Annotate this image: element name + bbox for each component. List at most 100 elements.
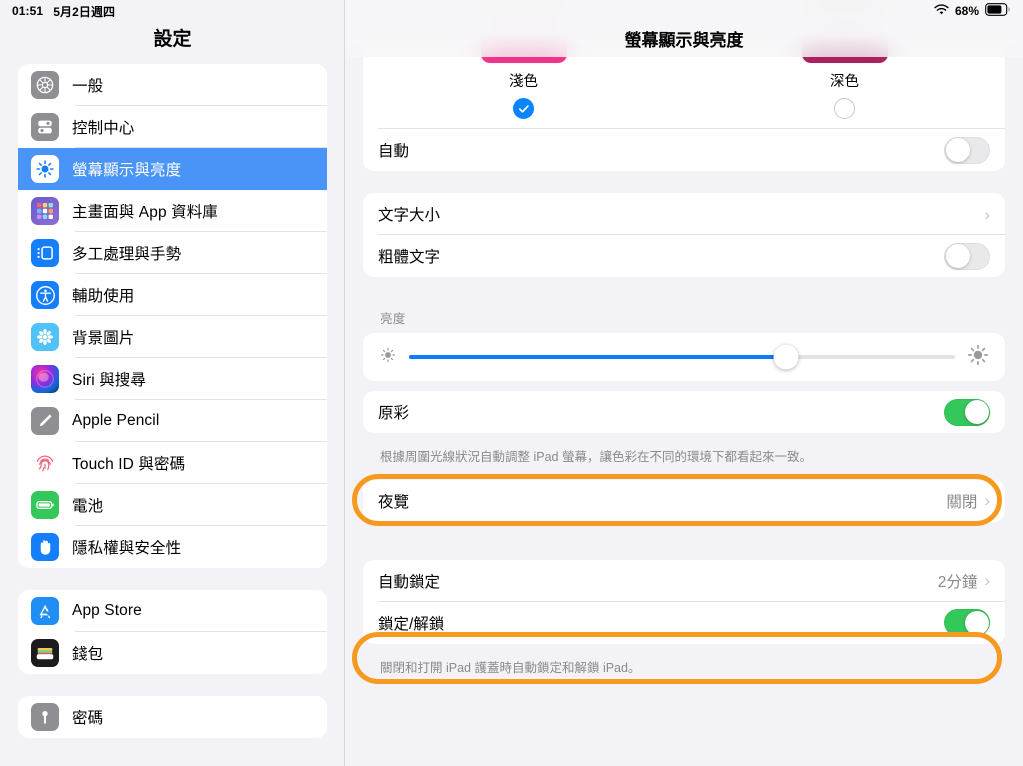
chevron-right-icon: ›: [984, 571, 990, 591]
sidebar-item-touch-id-passcode[interactable]: Touch ID 與密碼: [18, 442, 327, 484]
pencil-icon: [31, 407, 59, 435]
row-label: 夜覽: [378, 493, 410, 511]
sidebar-item-wallet[interactable]: 錢包: [18, 632, 327, 674]
status-bar-right: 68%: [934, 0, 1011, 22]
appearance-option-label: 淺色: [509, 74, 538, 90]
sidebar-item-control-center[interactable]: 控制中心: [18, 106, 327, 148]
bold-text-row[interactable]: 粗體文字: [363, 235, 1005, 277]
siri-icon: [31, 365, 59, 393]
sidebar-item-label: 電池: [72, 498, 104, 515]
pane-scroll-area[interactable]: 淺色 深色 自動 文字大小 › 粗體文字 亮度 原彩 根據周圍光線狀況自動調整 …: [345, 0, 1023, 766]
true-tone-row[interactable]: 原彩: [363, 391, 1005, 433]
appearance-auto-row[interactable]: 自動: [363, 129, 1005, 171]
chevron-right-icon: ›: [984, 204, 990, 224]
accessibility-icon: [31, 281, 59, 309]
wifi-icon: [934, 3, 949, 19]
sidebar-group-passwords: 密碼: [18, 696, 327, 738]
lock-footnote: 關閉和打開 iPad 護蓋時自動鎖定和解鎖 iPad。: [380, 660, 641, 675]
wallet-icon: [31, 639, 59, 667]
sidebar-item-label: Siri 與搜尋: [72, 372, 146, 389]
row-label: 文字大小: [378, 207, 441, 224]
row-label: 自動: [378, 143, 410, 160]
light-selected-check-icon[interactable]: [513, 98, 534, 119]
sidebar-item-label: 輔助使用: [72, 288, 135, 305]
sidebar-scroll-area[interactable]: 一般 控制中心 螢幕顯示與亮度 主畫面與 App 資料庫 多工處理與手勢 輔助使…: [0, 64, 344, 766]
sidebar-item-label: 密碼: [72, 710, 104, 727]
night-shift-card: 夜覽 關閉 ›: [363, 479, 1005, 522]
sidebar-item-label: Touch ID 與密碼: [72, 456, 186, 473]
sidebar-item-label: App Store: [72, 602, 142, 619]
sun-small-icon: [379, 346, 397, 369]
page-title: 螢幕顯示與亮度: [624, 31, 744, 50]
privacy-hand-icon: [31, 533, 59, 561]
auto-lock-row[interactable]: 自動鎖定 2分鐘 ›: [363, 560, 1005, 602]
lock-card: 自動鎖定 2分鐘 › 鎖定/解鎖: [363, 559, 1005, 644]
text-settings-card: 文字大小 › 粗體文字: [363, 193, 1005, 277]
sidebar-item-accessibility[interactable]: 輔助使用: [18, 274, 327, 316]
app-store-icon: [31, 597, 59, 625]
row-label: 鎖定/解鎖: [378, 615, 445, 633]
sidebar-item-label: Apple Pencil: [72, 412, 160, 429]
row-label: 粗體文字: [378, 249, 441, 266]
status-bar-time: 01:51: [12, 4, 44, 18]
settings-sidebar: 01:51 5月2日週四 設定 一般 控制中心 螢幕顯示與亮度 主畫面與 App…: [0, 0, 345, 766]
row-label: 自動鎖定: [378, 573, 441, 591]
brightness-sun-icon: [31, 155, 59, 183]
wallpaper-icon: [31, 323, 59, 351]
multitasking-icon: [31, 239, 59, 267]
display-brightness-pane: 68% 螢幕顯示與亮度 淺色 深色 自動 文字大小 › 粗體文字 亮度 原彩 根…: [345, 0, 1023, 766]
sidebar-item-label: 控制中心: [72, 120, 135, 137]
auto-appearance-toggle[interactable]: [944, 136, 990, 164]
brightness-slider-thumb[interactable]: [773, 344, 799, 370]
true-tone-footnote: 根據周圍光線狀況自動調整 iPad 螢幕，讓色彩在不同的環境下都看起來一致。: [380, 450, 812, 464]
passwords-key-icon: [31, 703, 59, 731]
bold-text-toggle[interactable]: [944, 242, 990, 270]
sidebar-title: 設定: [153, 29, 192, 50]
lock-unlock-row[interactable]: 鎖定/解鎖: [363, 602, 1005, 644]
sidebar-item-apple-pencil[interactable]: Apple Pencil: [18, 400, 327, 442]
sidebar-item-app-store[interactable]: App Store: [18, 590, 327, 632]
sidebar-item-label: 螢幕顯示與亮度: [72, 162, 182, 179]
sidebar-group-system: 一般 控制中心 螢幕顯示與亮度 主畫面與 App 資料庫 多工處理與手勢 輔助使…: [18, 64, 327, 568]
night-shift-row[interactable]: 夜覽 關閉 ›: [363, 480, 1005, 522]
sidebar-item-display-brightness[interactable]: 螢幕顯示與亮度: [18, 148, 327, 190]
sidebar-item-passwords[interactable]: 密碼: [18, 696, 327, 738]
brightness-section-label: 亮度: [380, 312, 406, 326]
status-bar-date: 5月2日週四: [53, 4, 116, 19]
status-bar-left: 01:51 5月2日週四: [0, 0, 344, 22]
true-tone-card: 原彩: [363, 391, 1005, 433]
sidebar-item-wallpaper[interactable]: 背景圖片: [18, 316, 327, 358]
sidebar-item-general[interactable]: 一般: [18, 64, 327, 106]
true-tone-toggle[interactable]: [944, 398, 990, 426]
sidebar-item-label: 錢包: [72, 646, 104, 663]
fingerprint-icon: [31, 449, 59, 477]
brightness-card: [363, 333, 1005, 381]
sidebar-item-battery[interactable]: 電池: [18, 484, 327, 526]
brightness-slider-track[interactable]: [409, 344, 955, 370]
sidebar-item-home-screen-app-library[interactable]: 主畫面與 App 資料庫: [18, 190, 327, 232]
appearance-option-label: 深色: [830, 74, 859, 90]
ipad-settings-screen: 01:51 5月2日週四 設定 一般 控制中心 螢幕顯示與亮度 主畫面與 App…: [0, 0, 1023, 766]
sun-large-icon: [967, 344, 989, 371]
control-center-icon: [31, 113, 59, 141]
brightness-slider-row[interactable]: [363, 333, 1005, 381]
sidebar-item-siri-search[interactable]: Siri 與搜尋: [18, 358, 327, 400]
sidebar-item-label: 背景圖片: [72, 330, 135, 347]
sidebar-item-label: 一般: [72, 78, 104, 95]
dark-radio-button[interactable]: [834, 98, 855, 119]
sidebar-item-privacy-security[interactable]: 隱私權與安全性: [18, 526, 327, 568]
sidebar-item-multitasking-gestures[interactable]: 多工處理與手勢: [18, 232, 327, 274]
row-value: 2分鐘: [937, 573, 978, 591]
gear-icon: [31, 71, 59, 99]
row-label: 原彩: [378, 405, 410, 422]
lock-unlock-toggle[interactable]: [944, 609, 990, 637]
app-library-icon: [31, 197, 59, 225]
battery-percent-label: 68%: [954, 4, 979, 18]
sidebar-item-label: 主畫面與 App 資料庫: [72, 204, 218, 221]
battery-settings-icon: [31, 491, 59, 519]
sidebar-group-services: App Store 錢包: [18, 590, 327, 674]
sidebar-item-label: 多工處理與手勢: [72, 246, 182, 263]
text-size-row[interactable]: 文字大小 ›: [363, 193, 1005, 235]
chevron-right-icon: ›: [984, 491, 990, 511]
battery-icon: [985, 3, 1011, 19]
